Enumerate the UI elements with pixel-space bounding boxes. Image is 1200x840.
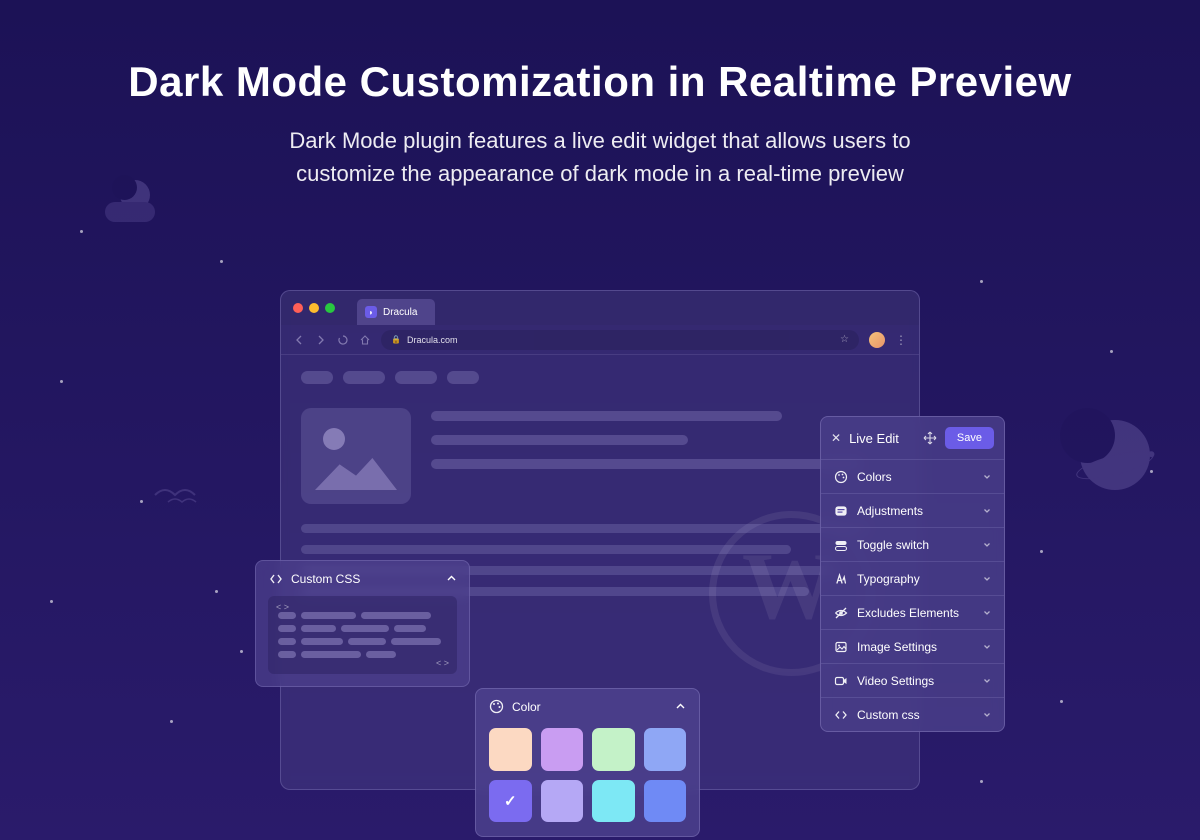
chevron-down-icon: [982, 608, 992, 618]
chevron-up-icon[interactable]: [675, 701, 686, 712]
page-subtitle: Dark Mode plugin features a live edit wi…: [240, 124, 960, 190]
live-edit-item-label: Image Settings: [857, 640, 973, 654]
color-swatch[interactable]: [644, 780, 687, 823]
live-edit-item-custom-css[interactable]: Custom css: [821, 697, 1004, 731]
live-edit-item-colors[interactable]: Colors: [821, 459, 1004, 493]
site-nav: [301, 371, 899, 384]
live-edit-item-label: Toggle switch: [857, 538, 973, 552]
chevron-down-icon: [982, 472, 992, 482]
code-icon: [833, 707, 848, 722]
move-icon[interactable]: [923, 431, 937, 445]
window-minimize-icon[interactable]: [309, 303, 319, 313]
bookmark-star-icon[interactable]: ☆: [840, 334, 849, 345]
browser-tab[interactable]: ◗ Dracula: [357, 299, 435, 325]
color-swatch[interactable]: [644, 728, 687, 771]
toggle-icon: [833, 537, 848, 552]
profile-avatar[interactable]: [869, 332, 885, 348]
url-field[interactable]: 🔒 Dracula.com ☆: [381, 330, 859, 350]
live-edit-item-adjustments[interactable]: Adjustments: [821, 493, 1004, 527]
tab-label: Dracula: [383, 307, 417, 318]
color-swatch[interactable]: [592, 728, 635, 771]
color-swatch[interactable]: [489, 780, 532, 823]
moon-planet-decoration: [1080, 420, 1150, 490]
chevron-down-icon: [982, 676, 992, 686]
refresh-icon[interactable]: [337, 334, 349, 346]
live-edit-item-label: Colors: [857, 470, 973, 484]
dracula-favicon: ◗: [365, 306, 377, 318]
color-swatch[interactable]: [489, 728, 532, 771]
forward-icon[interactable]: [315, 334, 327, 346]
image-icon: [833, 639, 848, 654]
page-title: Dark Mode Customization in Realtime Prev…: [0, 0, 1200, 106]
sliders-icon: [833, 503, 848, 518]
window-maximize-icon[interactable]: [325, 303, 335, 313]
color-panel: Color: [475, 688, 700, 837]
video-icon: [833, 673, 848, 688]
image-placeholder: [301, 408, 411, 504]
live-edit-item-label: Video Settings: [857, 674, 973, 688]
save-button[interactable]: Save: [945, 427, 994, 449]
live-edit-item-typography[interactable]: Typography: [821, 561, 1004, 595]
window-close-icon[interactable]: [293, 303, 303, 313]
color-panel-title: Color: [512, 700, 541, 714]
live-edit-item-label: Excludes Elements: [857, 606, 973, 620]
live-edit-panel: ✕ Live Edit Save Colors Adjustments Toggle…: [820, 416, 1005, 732]
custom-css-panel: Custom CSS < > < >: [255, 560, 470, 687]
live-edit-title: Live Edit: [849, 431, 915, 446]
live-edit-item-label: Adjustments: [857, 504, 973, 518]
typography-icon: [833, 571, 848, 586]
chevron-down-icon: [982, 574, 992, 584]
lock-icon: 🔒: [391, 335, 401, 344]
chevron-up-icon[interactable]: [446, 573, 457, 584]
chevron-down-icon: [982, 540, 992, 550]
chevron-down-icon: [982, 642, 992, 652]
live-edit-item-toggle-switch[interactable]: Toggle switch: [821, 527, 1004, 561]
eye-off-icon: [833, 605, 848, 620]
chevron-down-icon: [982, 506, 992, 516]
bird-decoration: [150, 480, 210, 510]
palette-icon: [489, 699, 504, 714]
home-icon[interactable]: [359, 334, 371, 346]
code-icon: [268, 571, 283, 586]
color-swatch[interactable]: [541, 728, 584, 771]
live-edit-item-label: Typography: [857, 572, 973, 586]
custom-css-title: Custom CSS: [291, 572, 360, 586]
color-swatch[interactable]: [592, 780, 635, 823]
chevron-down-icon: [982, 710, 992, 720]
live-edit-item-excludes-elements[interactable]: Excludes Elements: [821, 595, 1004, 629]
color-swatch[interactable]: [541, 780, 584, 823]
url-text: Dracula.com: [407, 335, 458, 345]
close-icon[interactable]: ✕: [831, 431, 841, 445]
palette-icon: [833, 469, 848, 484]
css-editor[interactable]: < > < >: [268, 596, 457, 674]
back-icon[interactable]: [293, 334, 305, 346]
live-edit-item-video-settings[interactable]: Video Settings: [821, 663, 1004, 697]
live-edit-item-label: Custom css: [857, 708, 973, 722]
browser-menu-icon[interactable]: ⋮: [895, 333, 907, 347]
live-edit-item-image-settings[interactable]: Image Settings: [821, 629, 1004, 663]
